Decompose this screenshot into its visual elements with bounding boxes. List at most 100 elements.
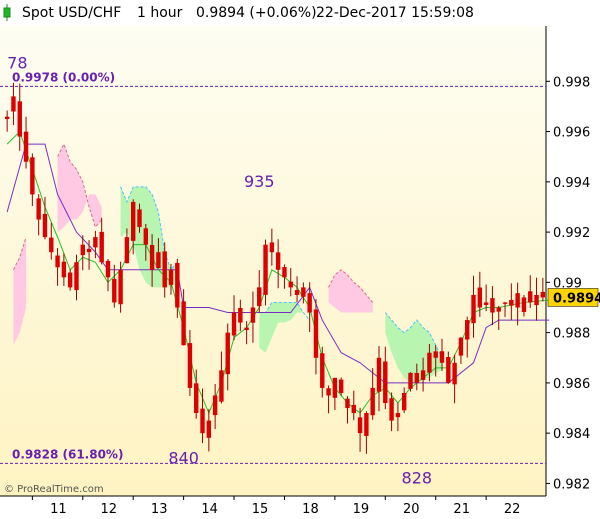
candle-body xyxy=(502,302,508,304)
candle-body xyxy=(250,307,256,323)
candle-body xyxy=(118,269,123,305)
x-tick-label: 12 xyxy=(101,502,118,517)
candle-body xyxy=(112,278,117,303)
y-axis-panel xyxy=(546,26,600,496)
candle-body xyxy=(439,351,445,363)
candle-body xyxy=(483,302,489,305)
candle-body xyxy=(528,291,533,303)
candle-body xyxy=(521,297,527,312)
candle-body xyxy=(99,231,104,263)
candle-body xyxy=(200,408,205,434)
candle-body xyxy=(345,398,350,409)
candle-body xyxy=(175,262,180,308)
candle-body xyxy=(162,251,167,288)
price-annotation: 78 xyxy=(7,54,27,73)
candle-body xyxy=(332,377,338,398)
candle-body xyxy=(61,261,67,278)
candle-body xyxy=(294,290,300,295)
y-tick-label: 0.994 xyxy=(553,176,590,191)
candle-body xyxy=(534,294,539,306)
candle-body xyxy=(238,307,243,323)
candle-body xyxy=(257,287,262,307)
x-tick-label: 15 xyxy=(252,502,269,517)
candle-body xyxy=(301,287,306,297)
symbol-label: Spot USD/CHF xyxy=(22,5,121,21)
price-annotation: 840 xyxy=(168,448,199,467)
candle-body xyxy=(357,417,363,434)
candle-body xyxy=(401,392,407,411)
candle-body xyxy=(313,309,319,358)
y-tick-label: 0.982 xyxy=(553,477,590,492)
candle-body xyxy=(181,301,186,346)
x-tick-label: 13 xyxy=(151,502,168,517)
last-price-label: 0.9894 xyxy=(553,291,600,306)
x-tick-label: 22 xyxy=(504,502,521,517)
candle-body xyxy=(320,353,325,388)
candle-body xyxy=(515,293,520,308)
candle-body xyxy=(86,248,92,253)
y-tick-label: 0.992 xyxy=(553,226,590,241)
candle-body xyxy=(465,320,470,340)
fib-level-label: 0.9828 (61.80%) xyxy=(12,447,123,461)
y-tick-label: 0.996 xyxy=(553,126,590,141)
x-tick-label: 21 xyxy=(453,502,470,517)
candle-body xyxy=(540,291,546,298)
last-price-marker: 0.9894 xyxy=(547,288,600,307)
candle-body xyxy=(4,116,10,119)
candle-body xyxy=(490,298,495,313)
y-tick-label: 0.988 xyxy=(553,327,590,342)
candle-body xyxy=(17,101,22,137)
candle-body xyxy=(42,213,48,238)
x-tick-label: 11 xyxy=(50,502,67,517)
candle-body xyxy=(263,244,268,295)
candle-body xyxy=(143,228,149,245)
candle-body xyxy=(509,299,514,306)
x-tick-label: 14 xyxy=(201,502,218,517)
candle-body xyxy=(326,388,331,396)
candle-body xyxy=(49,237,54,253)
candle-body xyxy=(370,387,375,416)
credit-label: © ProRealTime.com xyxy=(4,484,104,495)
candle-body xyxy=(471,294,476,324)
candle-body xyxy=(307,293,312,313)
candle-body xyxy=(351,404,356,414)
candle-body xyxy=(137,209,142,228)
datetime-label: 22-Dec-2017 15:59:08 xyxy=(316,5,474,21)
candle-body xyxy=(420,370,426,380)
x-tick-label: 18 xyxy=(302,502,319,517)
candle-body xyxy=(288,281,293,288)
candle-body xyxy=(275,252,281,270)
candle-body xyxy=(269,242,275,253)
candle-body xyxy=(80,244,85,256)
candle-body xyxy=(231,312,237,336)
candle-body xyxy=(433,351,438,358)
candle-body xyxy=(496,307,501,312)
y-tick-label: 0.998 xyxy=(553,75,590,90)
plot-background xyxy=(0,26,546,496)
candle-body xyxy=(219,370,224,402)
candle-body xyxy=(149,244,155,270)
x-tick-label: 19 xyxy=(353,502,370,517)
candle-body xyxy=(124,237,130,264)
candle-body xyxy=(212,395,218,416)
candle-body xyxy=(408,372,413,389)
candle-body xyxy=(225,332,230,375)
candle-body xyxy=(156,252,161,269)
y-tick-label: 0.986 xyxy=(553,377,590,392)
candle-body xyxy=(187,343,193,388)
candle-body xyxy=(282,267,287,278)
candle-body xyxy=(338,379,344,393)
candle-body xyxy=(105,260,111,278)
candle-body xyxy=(206,420,212,438)
x-tick-label: 20 xyxy=(403,502,420,517)
candle-body xyxy=(93,237,98,248)
candle-body xyxy=(74,262,79,291)
candle-body xyxy=(130,201,136,241)
candle-body xyxy=(427,352,432,373)
candle-body xyxy=(376,357,382,392)
price-annotation: 935 xyxy=(244,172,275,191)
candle-body xyxy=(383,361,388,404)
candle-body xyxy=(194,383,199,414)
candle-body xyxy=(168,269,174,285)
candle-body xyxy=(30,157,35,195)
